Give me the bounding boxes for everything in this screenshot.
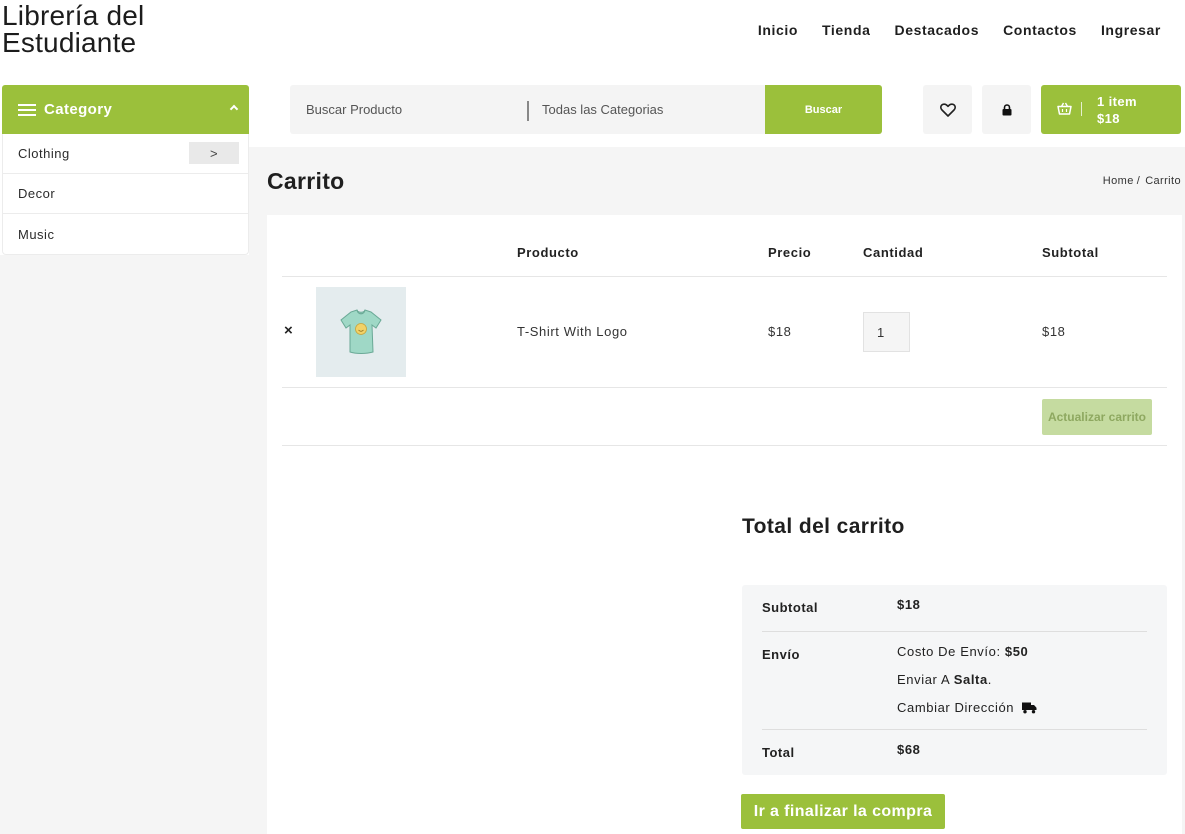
breadcrumb: Home / Carrito [1103,175,1181,187]
shipping-cost-value: $50 [1004,644,1029,659]
site-title-line-2: Estudiante [2,27,137,58]
remove-item-button[interactable]: × [284,322,293,339]
shipping-cost-label: Costo De Envío: [897,644,1001,659]
table-divider [282,387,1167,388]
heart-icon [939,102,956,117]
breadcrumb-current: Carrito [1145,175,1181,187]
product-price: $18 [768,324,792,339]
change-address-link[interactable]: Cambiar Dirección [897,700,1037,715]
totals-divider [762,631,1147,632]
main-nav: Inicio Tienda Destacados Contactos Ingre… [734,22,1161,38]
column-header-product: Producto [517,245,579,260]
chevron-up-icon [229,104,239,114]
column-header-quantity: Cantidad [863,245,924,260]
search-category-select[interactable]: Todas las Categorias [542,102,663,117]
wishlist-button[interactable] [923,85,972,134]
search-button[interactable]: Buscar [765,85,882,134]
totals-total-label: Total [762,745,795,760]
checkout-button[interactable]: Ir a finalizar la compra [741,794,945,829]
menu-icon [18,103,36,116]
shipping-cost: Costo De Envío: $50 [897,644,1028,659]
breadcrumb-separator: / [1136,175,1141,187]
change-address-label: Cambiar Dirección [897,700,1015,715]
product-thumbnail[interactable] [316,287,406,377]
totals-divider [762,729,1147,730]
site-title-line-1: Librería del [2,0,145,31]
category-item-decor[interactable]: Decor [3,174,248,214]
category-toggle[interactable]: Category [2,85,249,134]
column-header-price: Precio [768,245,812,260]
nav-ingresar[interactable]: Ingresar [1101,22,1161,38]
category-list: Clothing > Decor Music [2,134,249,255]
category-item-label: Decor [18,186,56,201]
search-input[interactable]: Buscar Producto [306,102,402,117]
category-header-label: Category [44,101,113,118]
nav-tienda[interactable]: Tienda [822,22,870,38]
category-item-label: Music [18,226,55,242]
basket-icon [1057,102,1072,115]
totals-total-value: $68 [897,742,921,757]
search-bar: Buscar Producto Todas las Categorias Bus… [290,85,882,134]
ship-to-place: Salta [953,672,988,687]
ship-to-suffix: . [987,672,993,687]
cart-button-divider [1081,102,1082,116]
account-button[interactable] [982,85,1031,134]
lock-icon [1002,103,1011,115]
column-header-subtotal: Subtotal [1042,245,1099,260]
product-name-link[interactable]: T-Shirt With Logo [517,324,628,339]
cart-amount: $18 [1097,111,1120,126]
nav-inicio[interactable]: Inicio [758,22,798,38]
chevron-right-icon[interactable]: > [189,142,239,164]
category-item-music[interactable]: Music [3,214,248,254]
left-column-background [0,255,266,834]
product-subtotal: $18 [1042,324,1066,339]
cart-item-count: 1 item [1097,94,1137,109]
ship-to-label: Enviar A [897,672,950,687]
totals-subtotal-label: Subtotal [762,600,818,615]
nav-destacados[interactable]: Destacados [894,22,979,38]
cart-button[interactable]: 1 item $18 [1041,85,1181,134]
nav-contactos[interactable]: Contactos [1003,22,1077,38]
category-item-label: Clothing [18,146,70,161]
update-cart-button[interactable]: Actualizar carrito [1042,399,1152,435]
page-title: Carrito [267,168,345,194]
table-divider [282,445,1167,446]
search-divider [527,101,529,121]
truck-icon [1022,702,1037,713]
ship-to: Enviar A Salta. [897,672,992,687]
cart-totals-title: Total del carrito [742,515,905,538]
site-logo[interactable]: Librería del Estudiante [2,0,145,58]
totals-shipping-label: Envío [762,647,800,662]
table-divider [282,276,1167,277]
quantity-input[interactable]: 1 [863,312,910,352]
tshirt-image-icon [340,309,382,354]
breadcrumb-home[interactable]: Home [1103,175,1134,187]
category-item-clothing[interactable]: Clothing > [3,134,248,174]
totals-subtotal-value: $18 [897,597,921,612]
